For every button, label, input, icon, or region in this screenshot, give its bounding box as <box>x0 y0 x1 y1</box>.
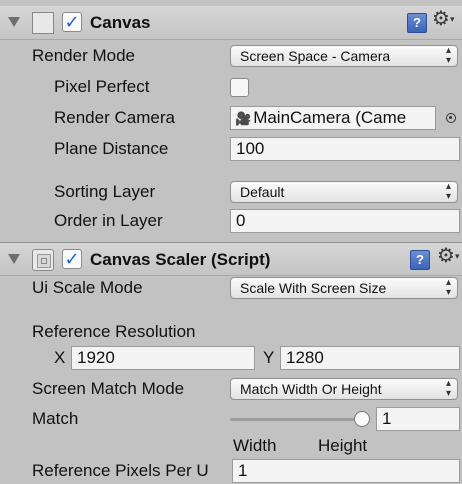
sorting-layer-label: Sorting Layer <box>54 182 156 201</box>
canvas-title: Canvas <box>90 13 151 32</box>
resolution-y-input[interactable]: 1280 <box>280 346 460 370</box>
canvas-scaler-enabled-checkbox[interactable]: ✓ <box>62 249 82 269</box>
render-mode-value: Screen Space - Camera <box>240 48 391 64</box>
help-icon[interactable]: ? <box>410 250 430 270</box>
sorting-layer-dropdown[interactable]: Default ▴ ▾ <box>230 181 458 203</box>
match-min-label: Width <box>233 436 277 455</box>
plane-distance-row: Plane Distance 100 <box>0 136 462 162</box>
reference-resolution-values-row: X 1920 Y 1280 <box>0 345 462 371</box>
reference-pixels-label: Reference Pixels Per U <box>32 461 209 480</box>
plane-distance-label: Plane Distance <box>54 139 169 158</box>
camera-icon: 🎥 <box>235 111 252 126</box>
pixel-perfect-row: Pixel Perfect <box>0 74 462 100</box>
match-slider-track[interactable] <box>230 418 362 421</box>
screen-match-mode-label: Screen Match Mode <box>32 379 185 398</box>
plane-distance-input[interactable]: 100 <box>230 137 460 161</box>
foldout-arrow-icon[interactable] <box>8 17 20 27</box>
help-icon[interactable]: ? <box>407 13 427 33</box>
order-in-layer-input[interactable]: 0 <box>230 209 460 233</box>
screen-match-mode-dropdown[interactable]: Match Width Or Height ▴ ▾ <box>230 378 458 400</box>
resolution-x-input[interactable]: 1920 <box>71 346 255 370</box>
inspector-panel: ✓ Canvas ? ⚙▾ Render Mode Screen Space -… <box>0 0 462 484</box>
resolution-y-label: Y <box>263 348 275 367</box>
render-camera-value: MainCamera (Came <box>253 108 407 127</box>
render-mode-dropdown[interactable]: Screen Space - Camera ▴ ▾ <box>230 45 458 67</box>
dropdown-arrows-icon: ▴ ▾ <box>445 45 451 66</box>
render-mode-label: Render Mode <box>32 46 136 65</box>
match-label: Match <box>32 409 79 428</box>
match-slider-handle[interactable] <box>354 411 370 427</box>
reference-pixels-row: Reference Pixels Per U 1 <box>0 458 462 484</box>
order-in-layer-label: Order in Layer <box>54 211 163 230</box>
pixel-perfect-label: Pixel Perfect <box>54 77 150 96</box>
screen-match-mode-row: Screen Match Mode Match Width Or Height … <box>0 376 462 402</box>
dropdown-arrows-icon: ▴ ▾ <box>445 277 451 298</box>
render-camera-label: Render Camera <box>54 108 175 127</box>
foldout-arrow-icon[interactable] <box>8 254 20 264</box>
pixel-perfect-checkbox[interactable] <box>230 78 249 97</box>
canvas-scaler-icon <box>32 249 54 271</box>
ui-scale-mode-dropdown[interactable]: Scale With Screen Size ▴ ▾ <box>230 277 458 299</box>
reference-resolution-label: Reference Resolution <box>32 322 196 341</box>
render-mode-row: Render Mode Screen Space - Camera ▴ ▾ <box>0 43 462 69</box>
canvas-scaler-component-header[interactable]: ✓ Canvas Scaler (Script) ? ⚙▾ <box>0 242 462 276</box>
gear-icon[interactable]: ⚙▾ <box>437 246 459 266</box>
match-max-label: Height <box>318 436 368 455</box>
reference-resolution-row: Reference Resolution <box>0 319 462 345</box>
canvas-component-header[interactable]: ✓ Canvas ? ⚙▾ <box>0 6 462 40</box>
match-value-input[interactable]: 1 <box>376 407 460 431</box>
canvas-component-icon <box>32 12 54 34</box>
sorting-layer-row: Sorting Layer Default ▴ ▾ <box>0 179 462 205</box>
render-camera-row: Render Camera 🎥 MainCamera (Came <box>0 105 462 131</box>
canvas-scaler-title: Canvas Scaler (Script) <box>90 250 271 269</box>
match-row: Match 1 Width Height <box>0 406 462 456</box>
canvas-enabled-checkbox[interactable]: ✓ <box>62 12 82 32</box>
render-camera-field[interactable]: 🎥 MainCamera (Came <box>230 106 436 130</box>
ui-scale-mode-value: Scale With Screen Size <box>240 280 387 296</box>
reference-pixels-input[interactable]: 1 <box>232 459 460 483</box>
screen-match-mode-value: Match Width Or Height <box>240 381 382 397</box>
dropdown-arrows-icon: ▴ ▾ <box>445 378 451 399</box>
dropdown-arrows-icon: ▴ ▾ <box>445 181 451 202</box>
ui-scale-mode-row: Ui Scale Mode Scale With Screen Size ▴ ▾ <box>0 275 462 301</box>
order-in-layer-row: Order in Layer 0 <box>0 208 462 234</box>
object-picker-icon[interactable] <box>446 113 456 123</box>
ui-scale-mode-label: Ui Scale Mode <box>32 278 143 297</box>
resolution-x-label: X <box>54 348 66 367</box>
sorting-layer-value: Default <box>240 184 285 200</box>
gear-icon[interactable]: ⚙▾ <box>432 9 454 29</box>
